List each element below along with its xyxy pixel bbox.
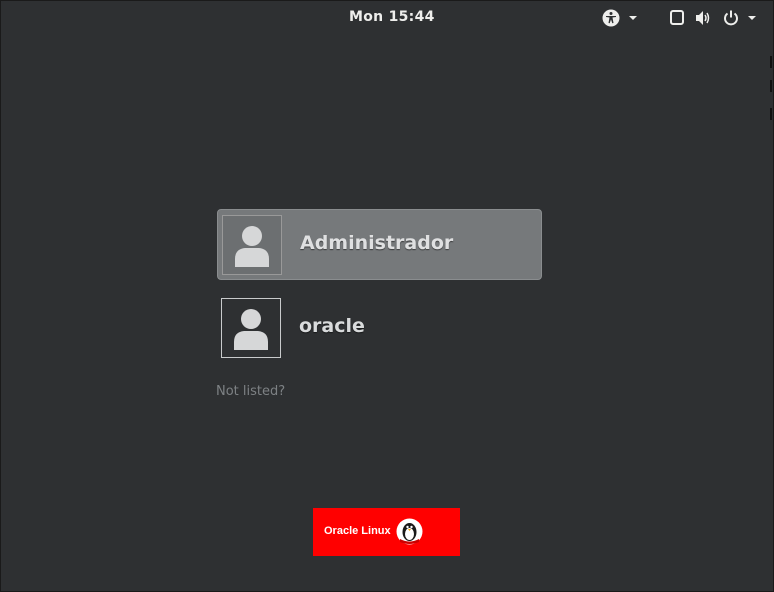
top-bar: Mon 15:44 xyxy=(1,1,773,34)
not-listed-link[interactable]: Not listed? xyxy=(216,384,285,399)
power-icon[interactable] xyxy=(722,9,740,27)
user-item-oracle[interactable]: oracle xyxy=(217,293,542,364)
user-name: oracle xyxy=(299,315,365,337)
window-icon[interactable] xyxy=(669,9,687,27)
oracle-linux-branding: Oracle Linux xyxy=(313,508,460,556)
window-edge xyxy=(770,56,773,136)
login-screen: Mon 15:44 Administrador oracle Not liste… xyxy=(0,0,774,592)
chevron-down-icon[interactable] xyxy=(746,9,764,27)
user-name: Administrador xyxy=(300,232,454,254)
user-avatar-icon xyxy=(221,298,281,358)
user-avatar-icon xyxy=(222,215,282,275)
user-item-administrador[interactable]: Administrador xyxy=(217,209,542,280)
accessibility-icon[interactable] xyxy=(602,9,620,27)
volume-icon[interactable] xyxy=(694,9,712,27)
tux-penguin-icon xyxy=(396,518,423,545)
brand-text: Oracle Linux xyxy=(324,525,391,537)
chevron-down-icon[interactable] xyxy=(627,9,645,27)
clock[interactable]: Mon 15:44 xyxy=(349,9,435,25)
